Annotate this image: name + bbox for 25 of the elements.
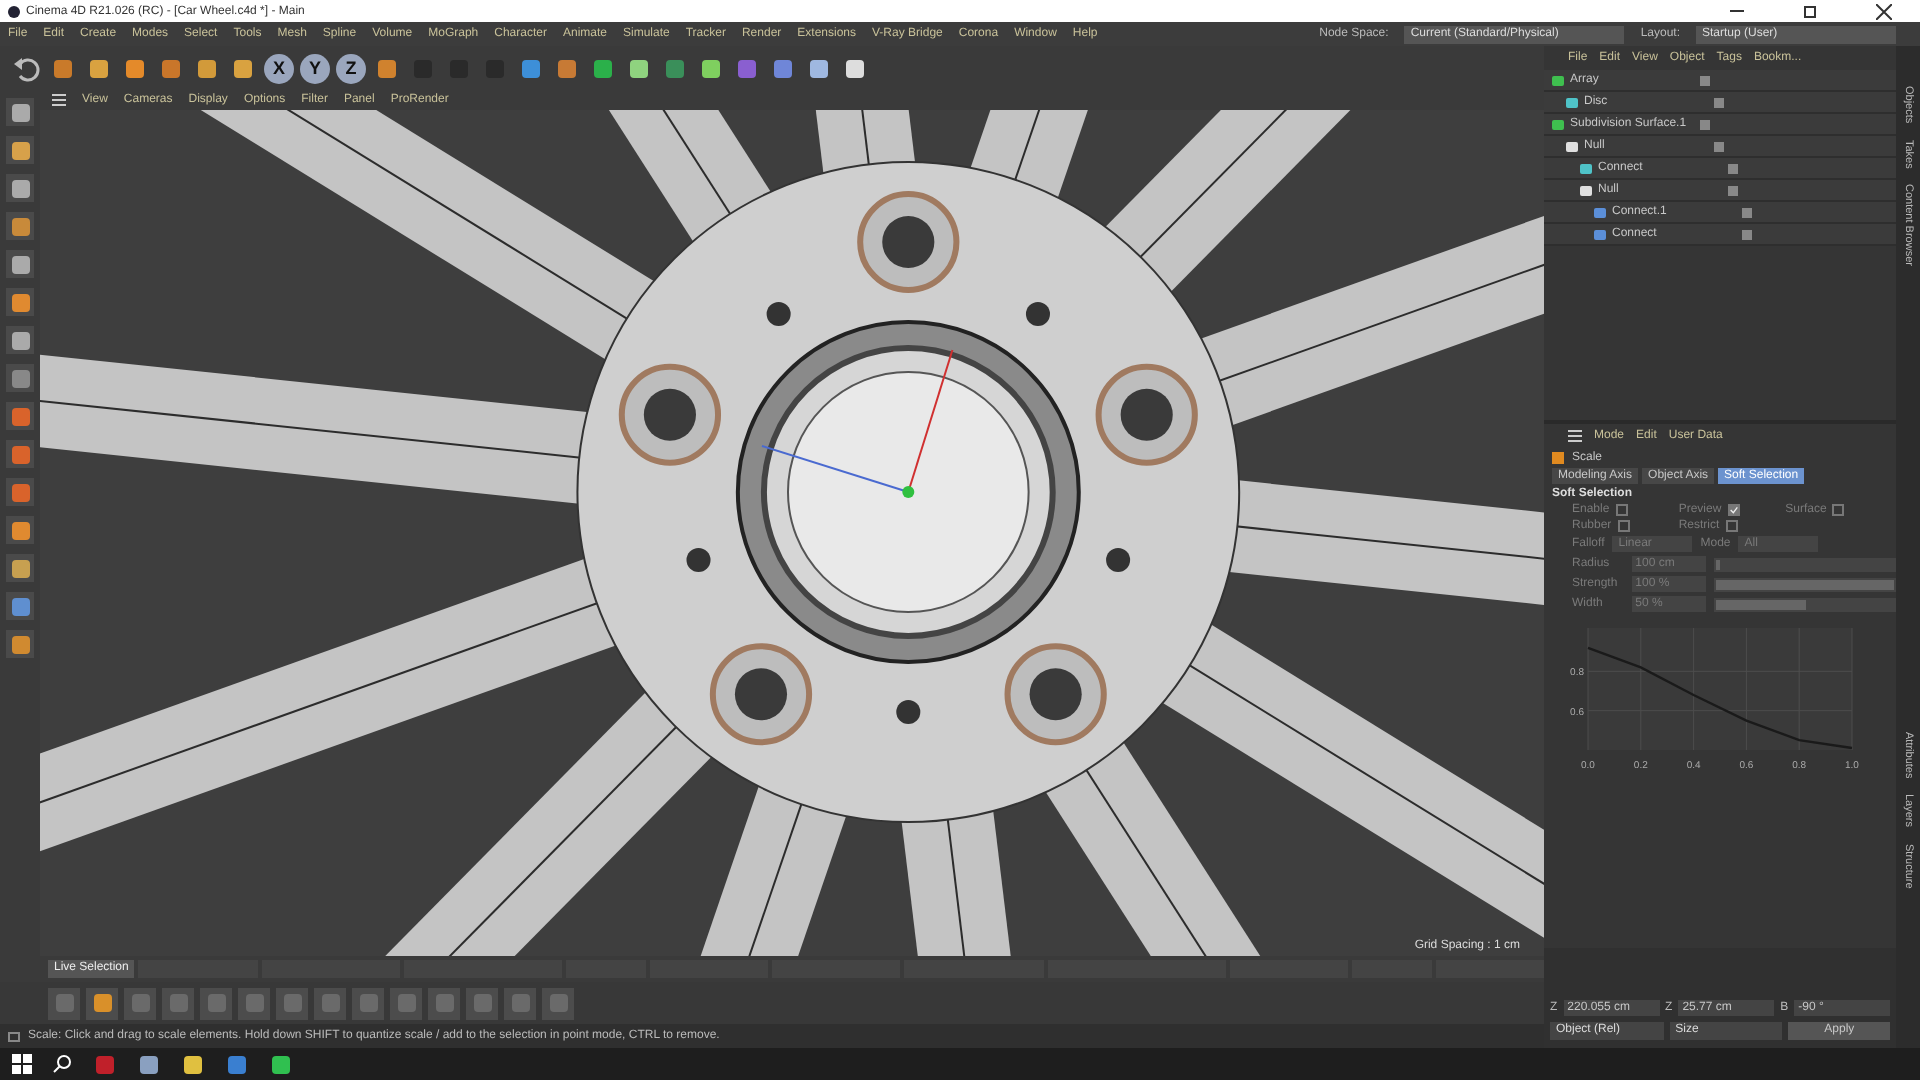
axis-button[interactable]: X [264,53,294,83]
taskbar-app-icon[interactable] [180,1052,204,1076]
windows-start-icon[interactable] [12,1054,32,1074]
taskbar-app-icon[interactable] [268,1052,292,1076]
taskbar-app-icon[interactable] [224,1052,248,1076]
menu-icon[interactable] [52,94,66,106]
taskbar-app-icon[interactable] [136,1052,160,1076]
tool-icon[interactable] [6,326,34,354]
undo-icon[interactable] [12,53,42,83]
restore-icon[interactable] [1804,5,1816,17]
tool-icon[interactable] [86,987,118,1019]
close-icon[interactable] [1876,3,1892,19]
search-icon[interactable] [52,1054,72,1074]
scale-tool-icon [1552,452,1564,464]
tool-icon[interactable] [6,136,34,164]
app-logo-icon [8,5,20,17]
axis-button[interactable]: Y [300,53,330,83]
status-icon [8,1031,20,1041]
line-series [1586,646,1854,750]
tool-icon[interactable] [6,174,34,202]
tool-icon[interactable] [6,250,34,278]
tool-icon[interactable] [6,98,34,126]
menu-icon[interactable] [1568,430,1582,442]
axis-button[interactable]: Z [336,53,366,83]
tool-icon[interactable] [6,554,34,582]
